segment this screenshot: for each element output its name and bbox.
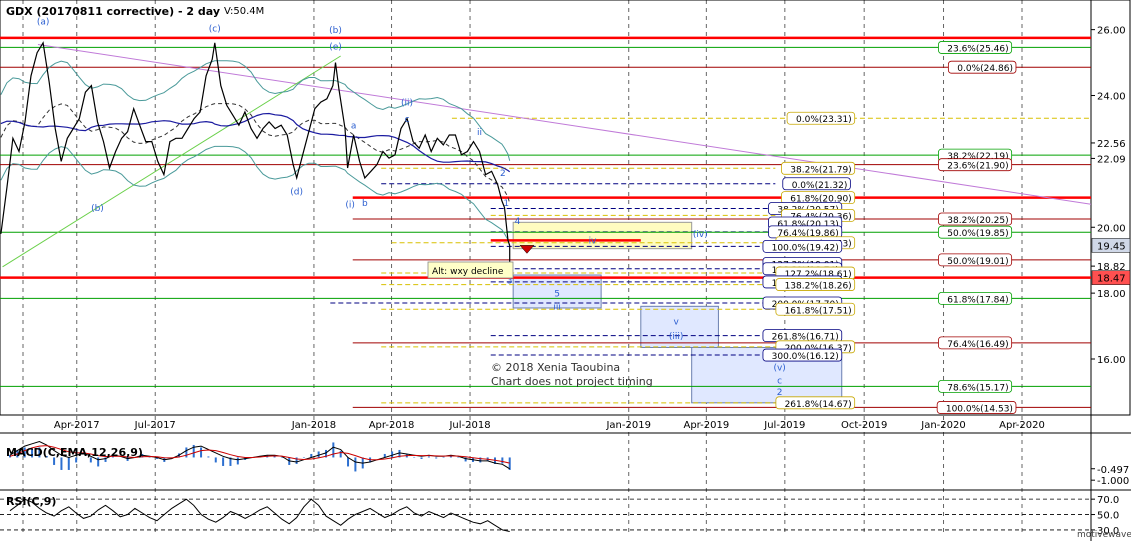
wave-label: 5	[554, 289, 560, 299]
y-tick-label: 18.00	[1097, 289, 1126, 300]
wave-label: iv	[589, 237, 598, 247]
last-price-label: 19.45	[1097, 241, 1126, 252]
fib-label: 100.0%(19.42)	[772, 243, 839, 253]
wave-label: ii	[477, 128, 482, 138]
wave-label: a	[351, 121, 357, 131]
copyright-text: © 2018 Xenia Taoubina	[491, 361, 620, 374]
target-box	[512, 221, 693, 250]
wave-label: (b)	[329, 26, 342, 36]
y-tick-label: 24.00	[1097, 92, 1126, 103]
wave-label: 2	[500, 169, 506, 179]
fib-label: 23.6%(21.90)	[947, 162, 1008, 172]
wave-label: c	[777, 377, 782, 387]
x-tick-label: Jan-2018	[291, 420, 336, 431]
rsi-tick-label: 50.0	[1097, 511, 1119, 522]
fib-label: 61.8%(17.84)	[947, 295, 1008, 305]
wave-label: (c)	[209, 24, 221, 34]
x-tick-label: Jul-2017	[134, 420, 176, 431]
level-price-label: 18.47	[1097, 274, 1126, 285]
macd-tick-label: -1.000	[1097, 476, 1129, 487]
wave-label: (a)	[37, 18, 50, 28]
wave-label: (iii)	[669, 332, 684, 342]
x-tick-label: Jan-2020	[920, 420, 965, 431]
rsi-tick-label: 70.0	[1097, 495, 1119, 506]
wave-label: iii	[553, 303, 561, 313]
wave-label: (e)	[329, 42, 342, 52]
timing-note: Chart does not project timing	[491, 375, 653, 388]
fib-label: 100.0%(14.53)	[946, 404, 1013, 414]
gdx-chart: (a) (c) (b) (e) (ii) c a ii (b) (d) (i) b 2 14 iv (iv) 3…	[0, 0, 1131, 541]
fib-label: 76.4%(16.49)	[947, 340, 1008, 350]
chart-stage: (a) (c) (b) (e) (ii) c a ii (b) (d) (i) b 2 1 4 iv (iv) 3…	[0, 0, 1131, 541]
fib-label: 23.6%(25.46)	[947, 44, 1008, 54]
x-tick-label: Apr-2018	[369, 420, 415, 431]
wave-label: v	[673, 317, 679, 327]
fib-label: 38.2%(21.79)	[790, 165, 851, 175]
x-tick-label: Oct-2019	[841, 420, 887, 431]
y-tick-label: 20.00	[1097, 223, 1126, 234]
macd-tick-label: -0.497	[1097, 465, 1129, 476]
fib-label: 78.6%(15.17)	[947, 383, 1008, 393]
x-tick-label: Apr-2019	[683, 420, 729, 431]
y-tick-label: 16.00	[1097, 355, 1126, 366]
wave-label: (d)	[290, 187, 303, 197]
wave-label: (i)	[345, 201, 355, 211]
x-tick-label: Apr-2020	[999, 420, 1045, 431]
fib-label: 38.2%(20.25)	[947, 216, 1008, 226]
alt-label: Alt: wxy decline	[432, 267, 504, 277]
fib-label: 138.2%(18.26)	[785, 282, 852, 292]
fib-label: 0.0%(24.86)	[957, 64, 1013, 74]
wave-label: b	[362, 199, 368, 209]
chart-title: GDX (20170811 corrective) - 2 day	[6, 5, 220, 18]
wave-label: 1	[503, 199, 509, 209]
y-tick-label: 22.56	[1097, 139, 1126, 150]
fib-label: 261.8%(14.67)	[785, 400, 852, 410]
wave-label: 4	[515, 217, 521, 227]
wave-label: (v)	[773, 364, 785, 374]
x-tick-label: Jan-2019	[605, 420, 650, 431]
wave-label: (ii)	[401, 98, 413, 108]
fib-label: 300.0%(16.12)	[772, 352, 839, 362]
watermark: motivewave.com	[1077, 530, 1131, 540]
macd-label: MACD(C,EMA,12,26,9)	[6, 446, 143, 459]
fib-label: 161.8%(17.51)	[785, 306, 852, 316]
fib-label: 50.0%(19.01)	[947, 257, 1008, 267]
y-tick-label: 26.00	[1097, 26, 1126, 37]
x-tick-label: Jul-2018	[448, 420, 490, 431]
x-tick-label: Apr-2017	[54, 420, 100, 431]
x-tick-label: Jul-2019	[763, 420, 805, 431]
rsi-label: RSI(C,9)	[6, 495, 56, 508]
fib-label: 0.0%(21.32)	[792, 181, 848, 191]
wave-label: (iv)	[693, 230, 708, 240]
wave-label: c	[405, 115, 410, 125]
y-tick-label: 22.09	[1097, 154, 1126, 165]
fib-label: 50.0%(19.85)	[947, 229, 1008, 239]
volume-label: V:50.4M	[224, 6, 264, 17]
wave-label: (b)	[91, 204, 104, 214]
fib-label: 0.0%(23.31)	[796, 115, 852, 125]
